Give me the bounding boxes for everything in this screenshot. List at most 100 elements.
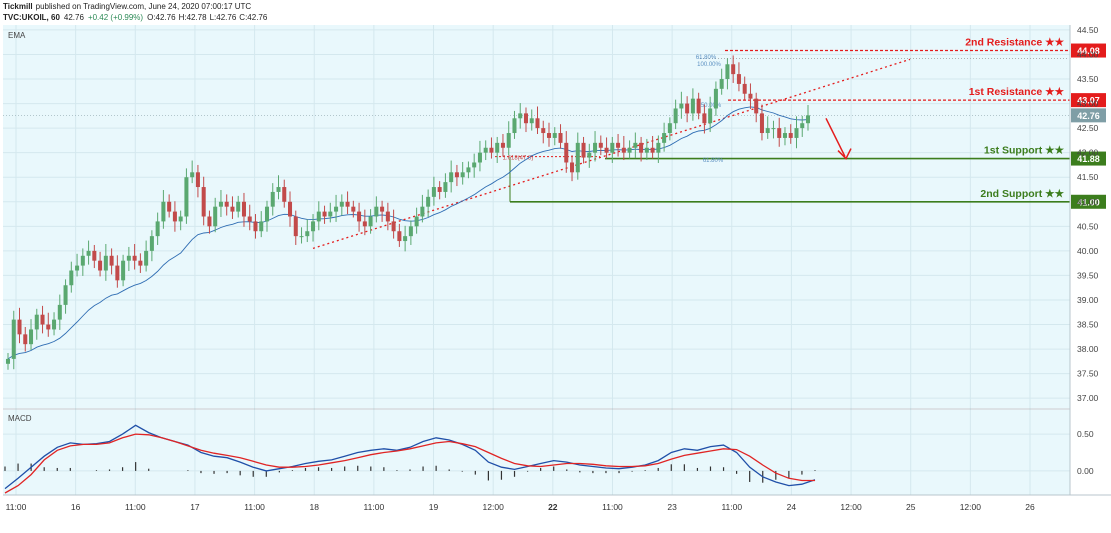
trading-chart[interactable]: 2nd Resistance ★★ 44.08 1st Resistance ★★ 4… xyxy=(0,0,1111,528)
candle-body xyxy=(512,118,517,134)
candle-body xyxy=(616,142,621,148)
price-tick-label: 42.50 xyxy=(1077,123,1099,133)
candle-body xyxy=(380,206,385,212)
candle-body xyxy=(472,162,477,168)
candle-body xyxy=(431,187,436,197)
candle-body xyxy=(564,142,569,163)
candle-body xyxy=(736,74,741,84)
candle-body xyxy=(190,172,195,178)
price-tick-label: 42.00 xyxy=(1077,148,1099,158)
candle-body xyxy=(276,187,281,192)
candle-body xyxy=(126,255,131,261)
candle-body xyxy=(144,250,149,266)
price-tick-label: 38.50 xyxy=(1077,320,1099,330)
macd-tick-label: 0.50 xyxy=(1077,429,1094,439)
candle-body xyxy=(391,221,396,232)
price-tick-label: 44.50 xyxy=(1077,25,1099,35)
candle-body xyxy=(5,358,11,364)
candle-body xyxy=(800,123,805,129)
candle-body xyxy=(230,206,235,212)
candle-body xyxy=(782,133,787,138)
candle-body xyxy=(23,334,28,345)
candle-body xyxy=(725,64,730,80)
candle-body xyxy=(702,113,707,124)
candle-body xyxy=(466,167,471,173)
time-tick-label: 23 xyxy=(667,502,677,512)
candle-body xyxy=(184,177,189,217)
candle-body xyxy=(443,182,448,192)
chart-canvas[interactable]: 2nd Resistance ★★44.081st Resistance ★★4… xyxy=(0,0,1111,528)
candle-body xyxy=(587,152,592,158)
candle-body xyxy=(322,211,327,217)
time-tick-label: 12:00 xyxy=(483,502,505,512)
candle-body xyxy=(305,231,310,237)
time-tick-label: 11:00 xyxy=(244,502,265,512)
candle-body xyxy=(575,142,580,173)
candle-body xyxy=(397,231,402,242)
time-tick-label: 22 xyxy=(548,502,558,512)
candle-body xyxy=(449,172,454,183)
candle-body xyxy=(633,142,638,148)
candle-body xyxy=(385,211,390,222)
candle-body xyxy=(334,206,339,212)
candle-body xyxy=(414,216,419,227)
price-tick-label: 41.00 xyxy=(1077,197,1099,207)
candle-body xyxy=(489,147,494,153)
candle-body xyxy=(794,128,799,138)
ema-indicator-label[interactable]: EMA xyxy=(8,31,26,40)
candle-body xyxy=(161,201,166,222)
candle-body xyxy=(708,108,713,124)
candle-body xyxy=(155,221,160,237)
candle-body xyxy=(754,98,759,114)
fib-label: 61.80% xyxy=(696,55,717,61)
candle-body xyxy=(270,191,275,207)
candle-body xyxy=(713,88,718,109)
candle-body xyxy=(748,93,753,99)
candle-body xyxy=(109,255,114,266)
time-tick-label: 16 xyxy=(71,502,81,512)
candle-body xyxy=(558,133,563,143)
time-tick-label: 11:00 xyxy=(364,502,385,512)
time-tick-label: 11:00 xyxy=(6,502,27,512)
candle-body xyxy=(351,206,356,212)
candle-body xyxy=(115,265,120,281)
candle-body xyxy=(80,255,85,266)
candle-body xyxy=(92,250,97,261)
level-label: 1st Resistance ★★ xyxy=(969,86,1065,98)
candle-body xyxy=(11,319,16,359)
candle-body xyxy=(264,206,270,222)
candle-body xyxy=(506,133,511,148)
candle-body xyxy=(777,128,782,138)
candle-body xyxy=(535,118,540,129)
candle-body xyxy=(29,329,34,345)
macd-tick-label: 0.00 xyxy=(1077,466,1094,476)
time-tick-label: 26 xyxy=(1025,502,1035,512)
candle-body xyxy=(241,201,246,217)
candle-body xyxy=(282,187,287,202)
candle-body xyxy=(656,142,661,153)
macd-indicator-label[interactable]: MACD xyxy=(8,414,32,423)
candle-body xyxy=(345,201,350,207)
candle-body xyxy=(546,133,552,138)
candle-body xyxy=(213,206,218,227)
time-tick-label: 11:00 xyxy=(602,502,623,512)
candle-body xyxy=(644,147,649,153)
time-tick-label: 12:00 xyxy=(840,502,862,512)
candle-body xyxy=(667,123,672,134)
price-tick-label: 40.50 xyxy=(1077,221,1099,231)
candle-body xyxy=(765,128,770,134)
candle-body xyxy=(288,201,293,217)
candle-body xyxy=(138,260,143,266)
candle-body xyxy=(149,236,154,251)
price-tick-label: 43.50 xyxy=(1077,74,1099,84)
candle-body xyxy=(178,216,183,222)
candle-body xyxy=(662,133,667,143)
candle-body xyxy=(253,221,258,232)
time-tick-label: 24 xyxy=(787,502,797,512)
candle-body xyxy=(719,79,724,89)
candle-body xyxy=(195,172,200,188)
price-tick-label: 39.00 xyxy=(1077,295,1099,305)
candle-body xyxy=(690,98,695,114)
candle-body xyxy=(86,250,91,256)
symbol-line: TVC:UKOIL, 60 42.76 +0.42 (+0.99%) O:42.76 H… xyxy=(3,13,268,22)
